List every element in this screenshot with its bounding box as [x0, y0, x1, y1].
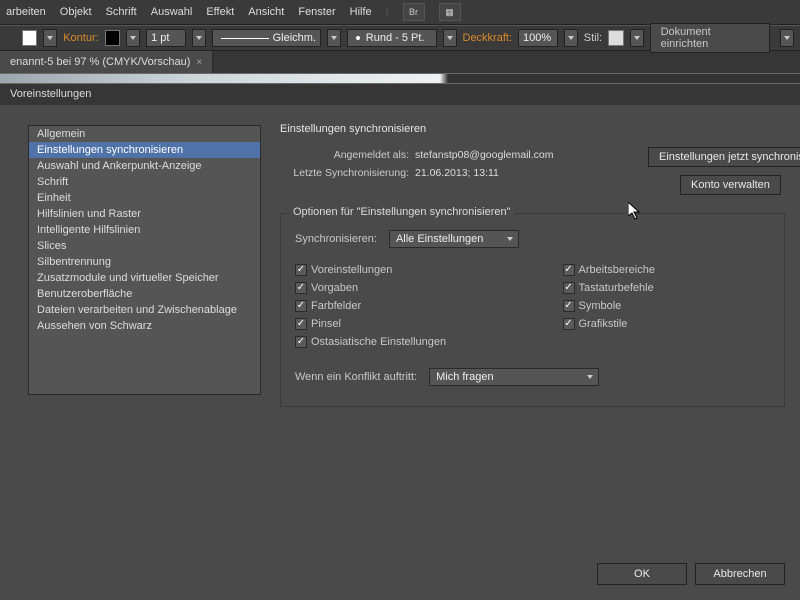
checkbox-row: Voreinstellungen — [295, 264, 503, 276]
panel-title: Einstellungen synchronisieren — [280, 123, 785, 135]
menu-item[interactable]: Ansicht — [248, 6, 284, 18]
sidebar-item[interactable]: Benutzeroberfläche — [29, 286, 260, 302]
sidebar-item[interactable]: Silbentrennung — [29, 254, 260, 270]
checkbox-row: Tastaturbefehle — [563, 282, 771, 294]
stroke-swatch[interactable] — [105, 30, 121, 46]
sync-now-button[interactable]: Einstellungen jetzt synchronisieren — [648, 147, 800, 167]
last-sync-label: Letzte Synchronisierung: — [280, 167, 415, 179]
stroke-profile-dropdown[interactable] — [327, 29, 341, 47]
brush-def-dropdown[interactable] — [443, 29, 457, 47]
checkbox-label: Arbeitsbereiche — [579, 264, 655, 276]
opacity-label: Deckkraft: — [463, 32, 513, 44]
close-icon[interactable]: × — [196, 57, 202, 68]
brush-def[interactable]: Rund - 5 Pt. — [347, 29, 437, 47]
checkbox[interactable] — [295, 318, 307, 330]
opacity-dropdown[interactable] — [564, 29, 578, 47]
checkbox-label: Grafikstile — [579, 318, 628, 330]
sync-choice-label: Synchronisieren: — [295, 233, 377, 245]
checkbox[interactable] — [295, 282, 307, 294]
stroke-label: Kontur: — [63, 32, 98, 44]
sidebar-item[interactable]: Schrift — [29, 174, 260, 190]
checkbox[interactable] — [295, 264, 307, 276]
group-legend: Optionen für "Einstellungen synchronisie… — [289, 206, 515, 218]
sidebar-list: AllgemeinEinstellungen synchronisierenAu… — [28, 125, 261, 395]
doc-setup-button[interactable]: Dokument einrichten — [650, 23, 771, 53]
stroke-profile[interactable]: Gleichm. — [212, 29, 321, 47]
fill-swatch[interactable] — [22, 30, 38, 46]
menu-bar: arbeiten Objekt Schrift Auswahl Effekt A… — [0, 0, 800, 25]
checkbox-label: Tastaturbefehle — [579, 282, 654, 294]
doc-tab-title: enannt-5 bei 97 % (CMYK/Vorschau) — [10, 56, 190, 68]
menu-item[interactable]: Schrift — [106, 6, 137, 18]
stroke-weight[interactable]: 1 pt — [146, 29, 186, 47]
dialog-title: Voreinstellungen — [0, 83, 800, 105]
menu-item[interactable]: Fenster — [298, 6, 335, 18]
doc-tab[interactable]: enannt-5 bei 97 % (CMYK/Vorschau) × — [0, 51, 213, 73]
sidebar-item[interactable]: Slices — [29, 238, 260, 254]
sidebar-item[interactable]: Dateien verarbeiten und Zwischenablage — [29, 302, 260, 318]
stroke-weight-dropdown[interactable] — [192, 29, 206, 47]
checkbox-label: Pinsel — [311, 318, 341, 330]
menu-item[interactable]: Objekt — [60, 6, 92, 18]
preferences-dialog: Voreinstellungen AllgemeinEinstellungen … — [0, 83, 800, 600]
checkbox[interactable] — [563, 318, 575, 330]
checkbox-label: Farbfelder — [311, 300, 361, 312]
menu-item[interactable]: Hilfe — [350, 6, 372, 18]
sidebar-item[interactable]: Allgemein — [29, 126, 260, 142]
menu-item[interactable]: Effekt — [206, 6, 234, 18]
checkbox-row: Vorgaben — [295, 282, 503, 294]
checkbox-label: Vorgaben — [311, 282, 358, 294]
sidebar-item[interactable]: Aussehen von Schwarz — [29, 318, 260, 334]
checkbox[interactable] — [563, 282, 575, 294]
arrange-icon[interactable]: ▦ — [439, 3, 461, 21]
opacity-field[interactable]: 100% — [518, 29, 558, 47]
style-dropdown[interactable] — [630, 29, 644, 47]
doc-tabs: enannt-5 bei 97 % (CMYK/Vorschau) × — [0, 51, 800, 73]
cancel-button[interactable]: Abbrechen — [695, 563, 785, 585]
checkbox-row: Grafikstile — [563, 318, 771, 330]
sync-choice-select[interactable]: Alle Einstellungen — [389, 230, 519, 248]
sidebar-item[interactable]: Einheit — [29, 190, 260, 206]
sidebar-item[interactable]: Intelligente Hilfslinien — [29, 222, 260, 238]
style-label: Stil: — [584, 32, 602, 44]
checkbox[interactable] — [563, 300, 575, 312]
conflict-label: Wenn ein Konflikt auftritt: — [295, 371, 417, 383]
manage-account-button[interactable]: Konto verwalten — [680, 175, 781, 195]
bridge-icon[interactable]: Br — [403, 3, 425, 21]
checkbox-row: Symbole — [563, 300, 771, 312]
ok-button[interactable]: OK — [597, 563, 687, 585]
doc-setup-dropdown[interactable] — [780, 29, 794, 47]
checkbox-row: Pinsel — [295, 318, 503, 330]
checkbox[interactable] — [295, 336, 307, 348]
checkbox-row: Farbfelder — [295, 300, 503, 312]
checkbox[interactable] — [295, 300, 307, 312]
checkbox-label: Voreinstellungen — [311, 264, 392, 276]
menu-item[interactable]: Auswahl — [151, 6, 193, 18]
checkbox-row: Ostasiatische Einstellungen — [295, 336, 503, 348]
checkbox-label: Symbole — [579, 300, 622, 312]
fill-dropdown[interactable] — [43, 29, 57, 47]
sync-options-group: Optionen für "Einstellungen synchronisie… — [280, 213, 785, 407]
sidebar-item[interactable]: Zusatzmodule und virtueller Speicher — [29, 270, 260, 286]
last-sync-value: 21.06.2013; 13:11 — [415, 167, 499, 179]
checkbox-row: Arbeitsbereiche — [563, 264, 771, 276]
sidebar-item[interactable]: Einstellungen synchronisieren — [29, 142, 260, 158]
menu-item[interactable]: arbeiten — [6, 6, 46, 18]
conflict-select[interactable]: Mich fragen — [429, 368, 599, 386]
options-bar: Kontur: 1 pt Gleichm. Rund - 5 Pt. Deckk… — [0, 25, 800, 51]
signed-in-label: Angemeldet als: — [280, 149, 415, 161]
style-swatch[interactable] — [608, 30, 624, 46]
checkbox[interactable] — [563, 264, 575, 276]
sidebar-item[interactable]: Hilfslinien und Raster — [29, 206, 260, 222]
sidebar-item[interactable]: Auswahl und Ankerpunkt-Anzeige — [29, 158, 260, 174]
checkbox-label: Ostasiatische Einstellungen — [311, 336, 446, 348]
signed-in-value: stefanstp08@googlemail.com — [415, 149, 553, 161]
stroke-dropdown[interactable] — [126, 29, 140, 47]
